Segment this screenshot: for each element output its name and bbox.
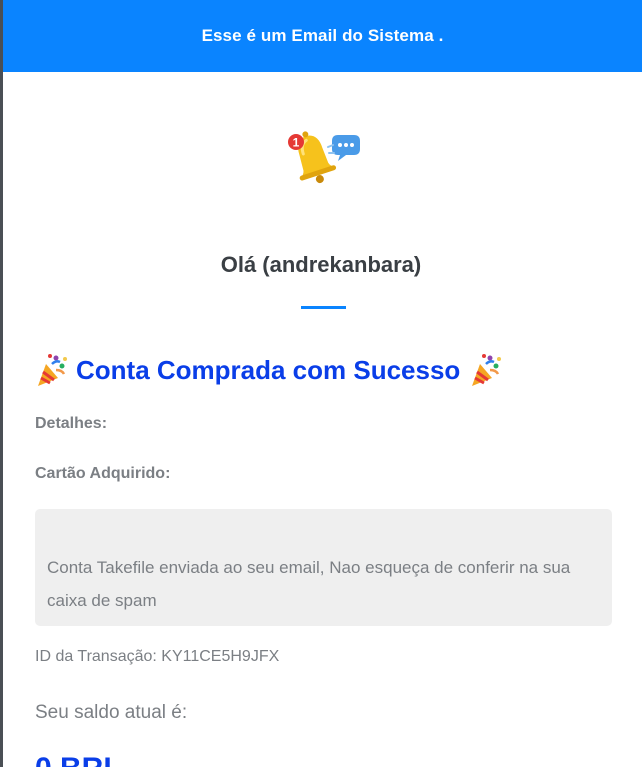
success-title: Conta Comprada com Sucesso	[34, 351, 502, 389]
balance-label: Seu saldo atual é:	[35, 702, 188, 723]
party-popper-icon	[38, 354, 67, 386]
party-popper-icon	[472, 354, 502, 386]
transaction-id: ID da Transação: KY11CE5H9JFX	[35, 648, 280, 665]
bell-notification-icon: 1	[288, 131, 360, 184]
balance-value: 0 BRL	[35, 752, 122, 767]
notification-badge: 1	[293, 136, 300, 150]
message-box: Conta Takefile enviada ao seu email, Nao…	[35, 509, 612, 626]
heading-divider	[301, 306, 346, 309]
success-title-text: Conta Comprada com Sucesso	[76, 354, 461, 385]
greeting-heading: Olá (andrekanbara)	[220, 252, 422, 277]
header-text: Esse é um Email do Sistema .	[201, 26, 444, 45]
message-text: Conta Takefile enviada ao seu email, Nao…	[47, 558, 571, 610]
window-edge	[0, 0, 3, 767]
details-label: Detalhes:	[35, 415, 108, 432]
card-acquired-label: Cartão Adquirido:	[35, 465, 171, 482]
email-view: Esse é um Email do Sistema . 1 Olá (andr…	[0, 0, 642, 767]
system-email-header: Esse é um Email do Sistema .	[3, 0, 642, 72]
